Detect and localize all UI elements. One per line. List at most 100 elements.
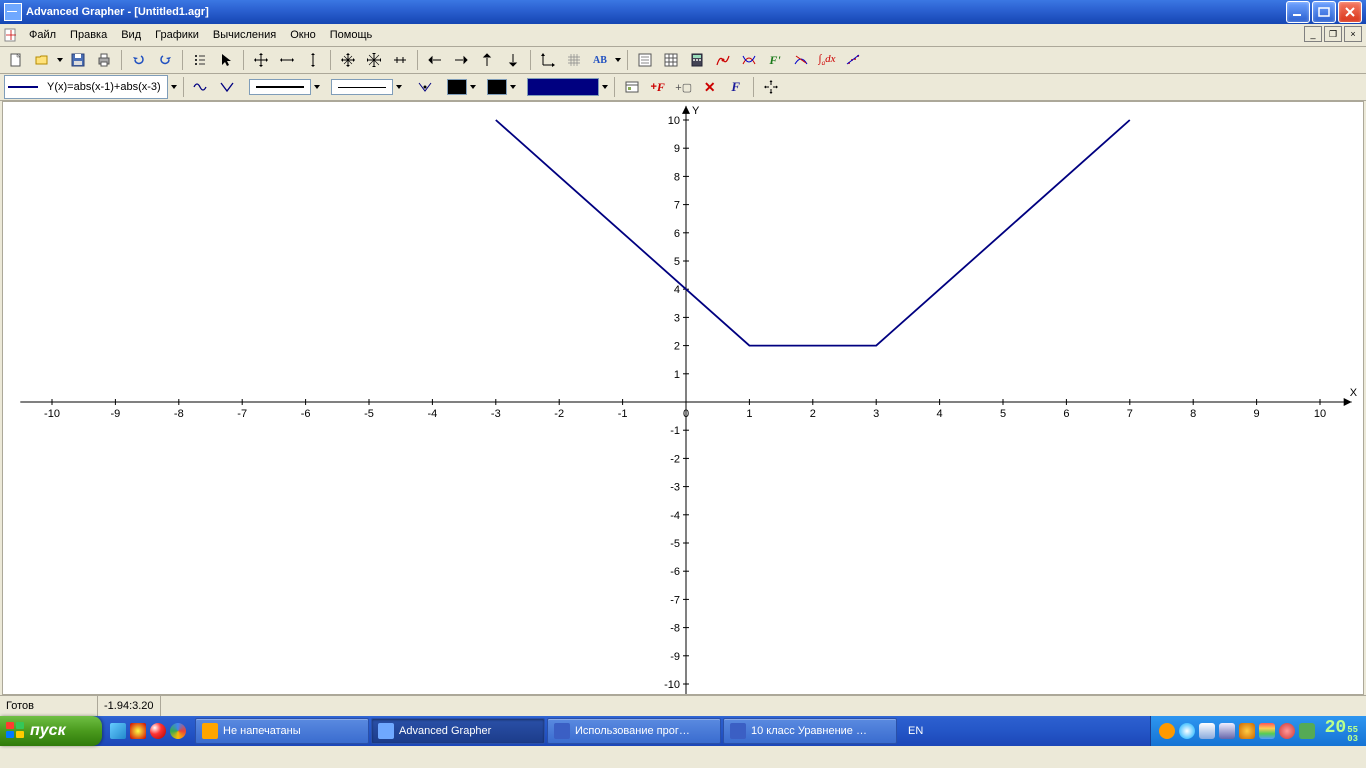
color-dropdown-3[interactable]: [601, 76, 609, 98]
function-dropdown[interactable]: [170, 76, 178, 98]
redo-button[interactable]: [153, 48, 177, 72]
derivative-button[interactable]: F': [763, 48, 787, 72]
menu-help[interactable]: Помощь: [323, 27, 380, 43]
delete-function-button[interactable]: ✕: [698, 75, 722, 99]
curve-style-v-button[interactable]: [215, 75, 239, 99]
zoom-out-button[interactable]: [362, 48, 386, 72]
svg-text:1: 1: [674, 369, 680, 381]
close-button[interactable]: [1338, 1, 1362, 23]
table-button[interactable]: [659, 48, 683, 72]
save-button[interactable]: [66, 48, 90, 72]
zoom-fit-button[interactable]: [388, 48, 412, 72]
function-selector[interactable]: Y(x)=abs(x-1)+abs(x-3): [4, 75, 168, 99]
document-icon: [4, 28, 18, 42]
pan-up-button[interactable]: [475, 48, 499, 72]
minimize-button[interactable]: [1286, 1, 1310, 23]
show-desktop-icon[interactable]: [110, 723, 126, 739]
curve-style-sine-button[interactable]: [189, 75, 213, 99]
properties-button[interactable]: [633, 48, 657, 72]
taskbar-button-icon: [730, 723, 746, 739]
taskbar-button[interactable]: Advanced Grapher: [371, 718, 545, 744]
calculator-button[interactable]: [685, 48, 709, 72]
regression-button[interactable]: [841, 48, 865, 72]
mdi-window-controls: _ ❐ ×: [1304, 26, 1362, 42]
mdi-close-button[interactable]: ×: [1344, 26, 1362, 42]
taskbar-button[interactable]: Использование прог…: [547, 718, 721, 744]
maximize-button[interactable]: [1312, 1, 1336, 23]
pan-left-button[interactable]: [423, 48, 447, 72]
line-width-dropdown-2[interactable]: [395, 76, 403, 98]
edit-function-button[interactable]: F: [724, 75, 748, 99]
menu-view[interactable]: Вид: [114, 27, 148, 43]
menu-file[interactable]: Файл: [22, 27, 63, 43]
quick-launch-icon-1[interactable]: [130, 723, 146, 739]
new-button[interactable]: [4, 48, 28, 72]
open-button[interactable]: [30, 48, 54, 72]
point-style-button[interactable]: [413, 75, 437, 99]
taskbar-button[interactable]: 10 класс Уравнение …: [723, 718, 897, 744]
tray-shield-icon[interactable]: [1259, 723, 1275, 739]
windows-flag-icon: [6, 722, 26, 740]
chrome-icon[interactable]: [170, 723, 186, 739]
plot-area[interactable]: XY-10-9-8-7-6-5-4-3-2-1012345678910-10-9…: [2, 101, 1364, 695]
integral-button[interactable]: ∫adx: [815, 48, 839, 72]
tray-icon-5[interactable]: [1239, 723, 1255, 739]
cursor-button[interactable]: [214, 48, 238, 72]
print-button[interactable]: [92, 48, 116, 72]
mdi-restore-button[interactable]: ❐: [1324, 26, 1342, 42]
mdi-minimize-button[interactable]: _: [1304, 26, 1322, 42]
taskbar-clock[interactable]: 20 5503: [1325, 719, 1358, 744]
line-width-dropdown-1[interactable]: [313, 76, 321, 98]
pan-right-button[interactable]: [449, 48, 473, 72]
undo-button[interactable]: [127, 48, 151, 72]
quick-launch-icon-2[interactable]: [150, 723, 166, 739]
line-width-thin[interactable]: [331, 79, 393, 95]
color-dropdown-1[interactable]: [469, 76, 477, 98]
color-swatch-black-1[interactable]: [447, 79, 467, 95]
taskbar-button[interactable]: Не напечатаны: [195, 718, 369, 744]
color-swatch-navy[interactable]: [527, 78, 599, 96]
pan-y-button[interactable]: [301, 48, 325, 72]
open-dropdown[interactable]: [56, 49, 64, 71]
crosshair-button[interactable]: [759, 75, 783, 99]
menu-graphs[interactable]: Графики: [148, 27, 206, 43]
label-dropdown[interactable]: [614, 49, 622, 71]
pan-down-button[interactable]: [501, 48, 525, 72]
tray-icon-7[interactable]: [1279, 723, 1295, 739]
clock-hours: 20: [1325, 719, 1347, 737]
svg-text:-9: -9: [111, 408, 121, 420]
intersect-button[interactable]: [737, 48, 761, 72]
tray-volume-icon[interactable]: [1299, 723, 1315, 739]
svg-text:10: 10: [668, 115, 680, 127]
menu-calculations[interactable]: Вычисления: [206, 27, 283, 43]
text-label-button[interactable]: AB: [588, 48, 612, 72]
menu-edit[interactable]: Правка: [63, 27, 114, 43]
tray-icon-4[interactable]: [1219, 723, 1235, 739]
menu-window[interactable]: Окно: [283, 27, 323, 43]
color-swatch-black-2[interactable]: [487, 79, 507, 95]
svg-text:-6: -6: [670, 566, 680, 578]
grid-button[interactable]: [562, 48, 586, 72]
trace-button[interactable]: [711, 48, 735, 72]
start-button[interactable]: пуск: [0, 716, 102, 746]
color-dropdown-2[interactable]: [509, 76, 517, 98]
tray-icon-1[interactable]: [1159, 723, 1175, 739]
add-function-button[interactable]: +F: [646, 75, 670, 99]
graph-properties-button[interactable]: [620, 75, 644, 99]
svg-text:-2: -2: [670, 453, 680, 465]
function-expression: Y(x)=abs(x-1)+abs(x-3): [44, 81, 164, 93]
tangent-button[interactable]: [789, 48, 813, 72]
pan-button[interactable]: [249, 48, 273, 72]
window-title: Advanced Grapher - [Untitled1.agr]: [26, 6, 209, 18]
title-bar: Advanced Grapher - [Untitled1.agr]: [0, 0, 1366, 24]
list-button[interactable]: [188, 48, 212, 72]
duplicate-function-button[interactable]: +▢: [672, 75, 696, 99]
axes-button[interactable]: [536, 48, 560, 72]
tray-icon-3[interactable]: [1199, 723, 1215, 739]
tray-icon-2[interactable]: [1179, 723, 1195, 739]
pan-x-button[interactable]: [275, 48, 299, 72]
zoom-in-button[interactable]: [336, 48, 360, 72]
language-indicator[interactable]: EN: [898, 716, 933, 746]
line-width-thick[interactable]: [249, 79, 311, 95]
taskbar: пуск Не напечатаныAdvanced GrapherИсполь…: [0, 716, 1366, 746]
